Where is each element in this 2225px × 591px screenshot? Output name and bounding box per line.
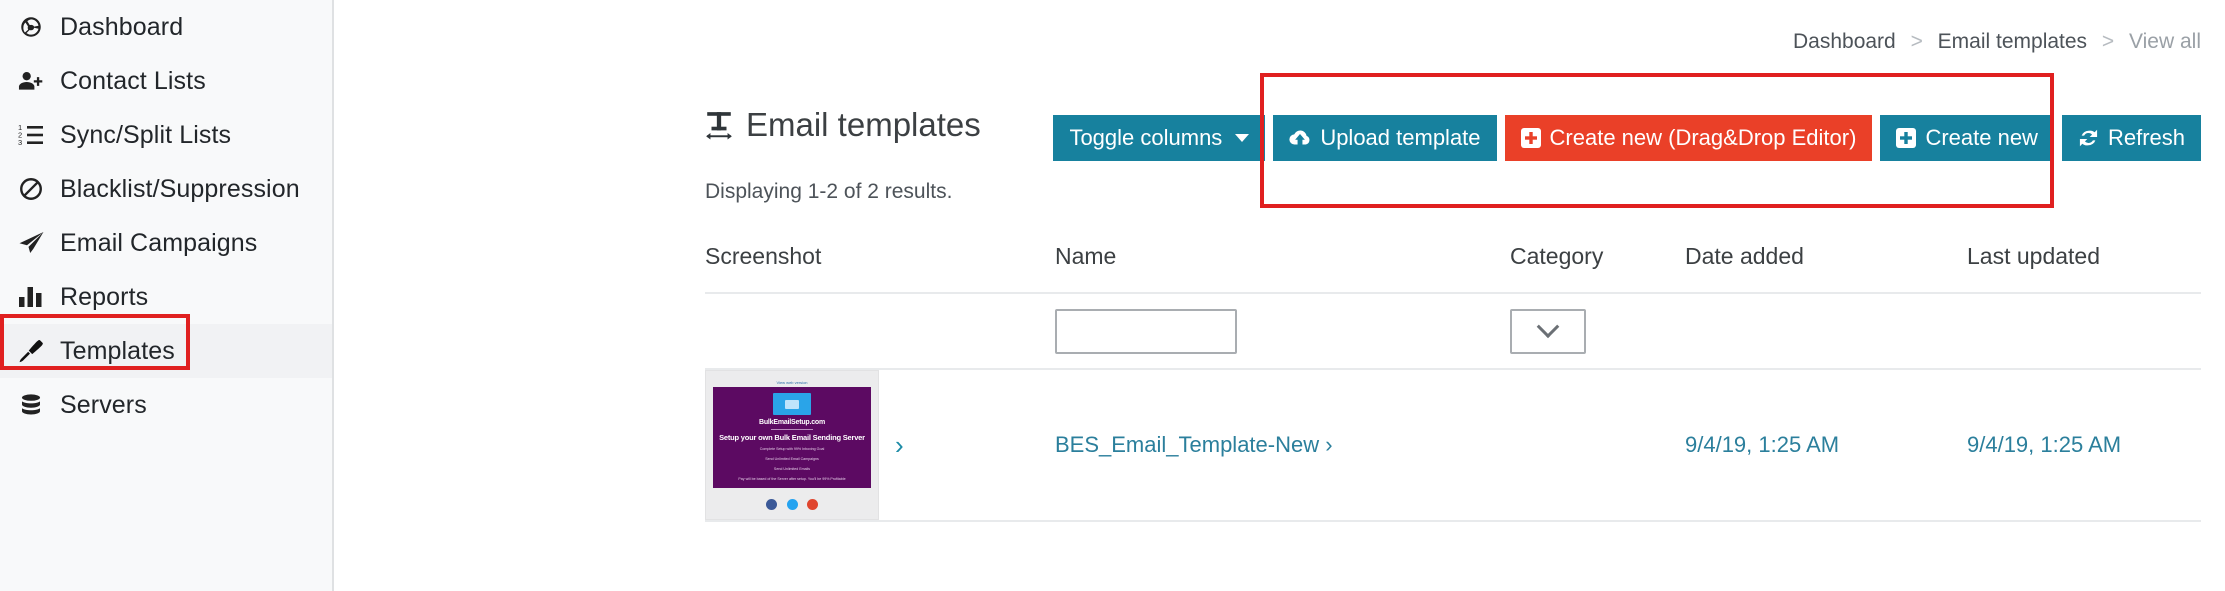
sidebar-item-contact-lists[interactable]: Contact Lists — [0, 54, 332, 108]
app-root: Dashboard Contact Lists 1 2 3 Sync/Split… — [0, 0, 2225, 591]
column-header-category[interactable]: Category — [1510, 243, 1685, 270]
thumb-sub-1: Complete Setup with 99% Inboxing Goal — [759, 447, 825, 451]
twitter-icon — [786, 499, 798, 511]
create-new-button[interactable]: Create new — [1880, 115, 2054, 161]
name-filter-input[interactable] — [1055, 308, 1237, 354]
create-new-dragdrop-button[interactable]: Create new (Drag&Drop Editor) — [1504, 115, 1873, 161]
paper-plane-icon — [18, 230, 60, 256]
thumb-preheader: View web version — [776, 380, 808, 385]
table-filter-row — [705, 294, 2201, 370]
toolbar: Toggle columns Upload template Create ne… — [1053, 115, 2201, 161]
thumb-sub-4: Pay will be based of the Server after se… — [738, 477, 846, 481]
upload-template-button[interactable]: Upload template — [1273, 115, 1497, 161]
plus-square-icon — [1896, 128, 1917, 148]
thumb-sub-2: Send Unlimited Email Campaigns — [765, 457, 819, 461]
column-header-name[interactable]: Name — [1055, 243, 1510, 270]
page-title: Email templates — [746, 106, 981, 143]
breadcrumb-separator: > — [1910, 30, 1923, 53]
sidebar-item-templates[interactable]: Templates — [0, 324, 332, 378]
templates-table: Screenshot Name Category Date added Last… — [705, 220, 2201, 522]
thumb-social-row — [713, 488, 871, 519]
toggle-columns-label: Toggle columns — [1069, 125, 1223, 150]
refresh-label: Refresh — [2107, 125, 2185, 150]
breadcrumb-item-view-all: View all — [2129, 30, 2201, 53]
dashboard-icon — [18, 14, 60, 40]
page-title-row: Email templates — [705, 106, 981, 144]
paint-brush-icon — [18, 338, 60, 364]
text-width-icon — [705, 110, 733, 140]
sidebar-item-label: Templates — [60, 336, 175, 365]
sidebar-item-label: Servers — [60, 390, 147, 419]
sidebar-item-reports[interactable]: Reports — [0, 270, 332, 324]
sidebar-item-label: Blacklist/Suppression — [60, 174, 300, 203]
date-added-value: 9/4/19, 1:25 AM — [1685, 432, 1840, 457]
chevron-right-icon: › — [1325, 432, 1333, 457]
google-plus-icon — [806, 499, 818, 511]
toggle-columns-button[interactable]: Toggle columns — [1053, 115, 1266, 161]
sidebar-item-label: Dashboard — [60, 12, 184, 41]
breadcrumb: Dashboard > Email templates > View all — [1793, 30, 2201, 54]
sidebar-item-dashboard[interactable]: Dashboard — [0, 0, 332, 54]
sidebar-item-blacklist-suppression[interactable]: Blacklist/Suppression — [0, 162, 332, 216]
chevron-down-icon — [1235, 134, 1250, 142]
facebook-icon — [766, 499, 778, 511]
ordered-list-icon: 1 2 3 — [18, 123, 60, 147]
sidebar-item-label: Sync/Split Lists — [60, 120, 232, 149]
cloud-upload-icon — [1289, 129, 1311, 147]
chevron-down-icon — [1536, 315, 1560, 339]
upload-template-label: Upload template — [1320, 125, 1481, 150]
refresh-button[interactable]: Refresh — [2061, 115, 2201, 161]
thumb-divider — [771, 429, 813, 430]
sidebar: Dashboard Contact Lists 1 2 3 Sync/Split… — [0, 0, 334, 591]
column-header-screenshot[interactable]: Screenshot — [705, 243, 1055, 270]
create-new-dragdrop-label: Create new (Drag&Drop Editor) — [1549, 125, 1857, 150]
plus-square-icon — [1520, 128, 1541, 148]
bar-chart-icon — [18, 285, 60, 309]
template-name-link[interactable]: BES_Email_Template-New › — [1055, 432, 1333, 457]
cell-last-updated: 9/4/19, 1:25 AM — [1967, 432, 2225, 458]
filter-cell-name — [1055, 308, 1510, 354]
results-count: Displaying 1-2 of 2 results. — [705, 180, 953, 203]
table-row: View web version BulkEmailSetup.com Setu… — [705, 370, 2201, 522]
thumb-headline: Setup your own Bulk Email Sending Server — [719, 433, 865, 442]
thumb-logo-icon — [773, 393, 811, 415]
breadcrumb-separator: > — [2101, 30, 2115, 53]
cell-name: BES_Email_Template-New › — [1055, 432, 1510, 458]
refresh-icon — [2078, 128, 2099, 148]
sidebar-item-label: Reports — [60, 282, 149, 311]
thumb-brand: BulkEmailSetup.com — [758, 419, 826, 426]
template-name-text: BES_Email_Template-New — [1055, 432, 1320, 457]
cell-screenshot: View web version BulkEmailSetup.com Setu… — [705, 370, 1055, 520]
cell-date-added: 9/4/19, 1:25 AM — [1685, 432, 1967, 458]
last-updated-value: 9/4/19, 1:25 AM — [1967, 432, 2122, 457]
svg-text:3: 3 — [18, 138, 22, 147]
column-header-date-added[interactable]: Date added — [1685, 243, 1967, 270]
filter-cell-category — [1510, 308, 1685, 354]
sidebar-item-label: Contact Lists — [60, 66, 206, 95]
sidebar-item-servers[interactable]: Servers — [0, 378, 332, 432]
create-new-label: Create new — [1925, 125, 2038, 150]
thumb-sub-3: Send Unlimited Emails — [773, 467, 811, 471]
main-content: Dashboard > Email templates > View all E… — [334, 0, 2225, 591]
thumb-hero: BulkEmailSetup.com Setup your own Bulk E… — [713, 387, 871, 488]
template-thumbnail[interactable]: View web version BulkEmailSetup.com Setu… — [705, 370, 879, 520]
category-filter-select[interactable] — [1510, 308, 1586, 354]
column-header-last-updated[interactable]: Last updated — [1967, 243, 2225, 270]
sidebar-item-sync-split-lists[interactable]: 1 2 3 Sync/Split Lists — [0, 108, 332, 162]
user-plus-icon — [18, 69, 60, 93]
sidebar-item-email-campaigns[interactable]: Email Campaigns — [0, 216, 332, 270]
sidebar-item-label: Email Campaigns — [60, 228, 258, 257]
ban-icon — [18, 176, 60, 202]
breadcrumb-item-email-templates[interactable]: Email templates — [1938, 30, 2087, 53]
thumbnail-expand-chevron-icon[interactable]: › — [895, 432, 904, 458]
breadcrumb-item-dashboard[interactable]: Dashboard — [1793, 30, 1896, 53]
table-header-row: Screenshot Name Category Date added Last… — [705, 220, 2201, 294]
database-icon — [18, 393, 60, 417]
